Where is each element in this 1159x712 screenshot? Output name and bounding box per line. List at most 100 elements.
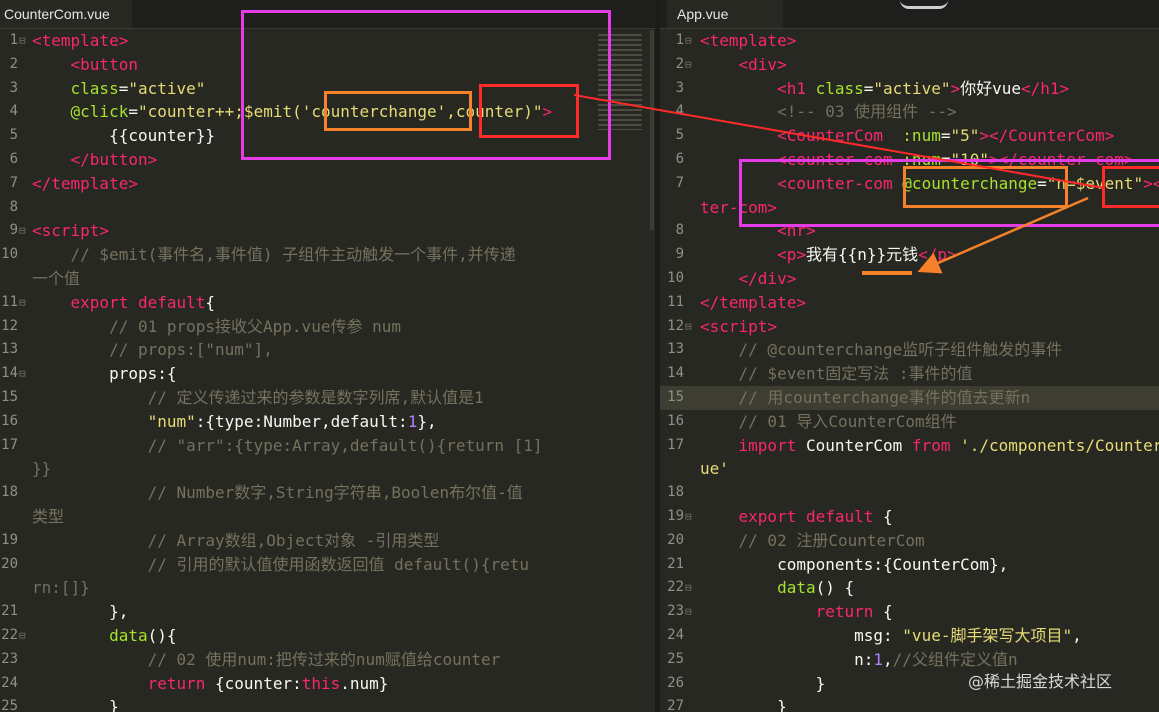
code-text[interactable]: }: [32, 695, 119, 712]
code-line[interactable]: 22 ⊟ data() {: [660, 576, 1159, 600]
code-line[interactable]: 18: [660, 481, 1159, 505]
code-line[interactable]: rn:[]}: [0, 576, 655, 600]
code-text[interactable]: // 02 注册CounterCom: [700, 529, 925, 553]
code-line[interactable]: 17 import CounterCom from './components/…: [660, 434, 1159, 458]
fold-toggle-icon[interactable]: ⊟: [685, 505, 692, 529]
code-line[interactable]: 8: [0, 196, 655, 220]
code-text[interactable]: ue': [700, 457, 729, 481]
code-line[interactable]: 9 <p>我有{{n}}元钱</p>: [660, 243, 1159, 267]
code-line[interactable]: 15 // 定义传递过来的参数是数字列席,默认值是1: [0, 386, 655, 410]
code-text[interactable]: </button>: [32, 148, 158, 172]
code-text[interactable]: // props:["num"],: [32, 338, 273, 362]
code-line[interactable]: 13 // props:["num"],: [0, 338, 655, 362]
code-line[interactable]: 1 ⊟ <template>: [660, 29, 1159, 53]
code-lines[interactable]: 1 ⊟ <template> 2 <button 3 class="active" 4 @…: [0, 29, 655, 712]
code-text[interactable]: <counter-com @counterchange="n=$event"><…: [700, 172, 1159, 196]
code-text[interactable]: }: [700, 695, 787, 712]
code-line[interactable]: 3 class="active": [0, 77, 655, 101]
code-line[interactable]: 6 <counter-com :num="10"></counter-com>: [660, 148, 1159, 172]
code-line[interactable]: 8 <hr>: [660, 219, 1159, 243]
code-line[interactable]: 6 </button>: [0, 148, 655, 172]
code-line[interactable]: 16 "num":{type:Number,default:1},: [0, 410, 655, 434]
code-text[interactable]: // 01 props接收父App.vue传参 num: [32, 315, 401, 339]
editor-pane-app[interactable]: App.vue 1 ⊟ <template> 2 ⊟ <div> 3 <h1 class=…: [660, 0, 1159, 712]
code-text[interactable]: msg: "vue-脚手架写大项目",: [700, 624, 1082, 648]
code-line[interactable]: 12 // 01 props接收父App.vue传参 num: [0, 315, 655, 339]
editor-pane-countercom[interactable]: CounterCom.vue 1 ⊟ <template> 2 <button 3 cl…: [0, 0, 655, 712]
code-line[interactable]: 17 // "arr":{type:Array,default(){return…: [0, 434, 655, 458]
code-text[interactable]: <button: [32, 53, 138, 77]
code-line[interactable]: 11 </template>: [660, 291, 1159, 315]
code-line[interactable]: 2 <button: [0, 53, 655, 77]
code-line[interactable]: 15 // 用counterchange事件的值去更新n: [660, 385, 1159, 410]
code-line[interactable]: 类型: [0, 505, 655, 529]
code-text[interactable]: <div>: [700, 53, 787, 77]
code-text[interactable]: // "arr":{type:Array,default(){return [1…: [32, 434, 543, 458]
code-text[interactable]: <p>我有{{n}}元钱</p>: [700, 243, 957, 267]
code-text[interactable]: return {: [700, 600, 893, 624]
code-text[interactable]: <CounterCom :num="5"></CounterCom>: [700, 124, 1114, 148]
code-line[interactable]: 24 return {counter:this.num}: [0, 672, 655, 696]
code-text[interactable]: ter-com>: [700, 196, 777, 220]
code-line[interactable]: 12 ⊟ <script>: [660, 315, 1159, 339]
code-line[interactable]: 1 ⊟ <template>: [0, 29, 655, 53]
fold-toggle-icon[interactable]: ⊟: [685, 29, 692, 53]
code-text[interactable]: // $emit(事件名,事件值) 子组件主动触发一个事件,并传递: [32, 243, 516, 267]
code-line[interactable]: 7 <counter-com @counterchange="n=$event"…: [660, 172, 1159, 196]
code-text[interactable]: <!-- 03 使用组件 -->: [700, 100, 957, 124]
code-line[interactable]: 23 // 02 使用num:把传过来的num赋值给counter: [0, 648, 655, 672]
code-text[interactable]: {{counter}}: [32, 124, 215, 148]
code-text[interactable]: // $event固定写法 :事件的值: [700, 362, 973, 386]
code-text[interactable]: 一个值: [32, 267, 80, 291]
code-text[interactable]: // 01 导入CounterCom组件: [700, 410, 957, 434]
code-line[interactable]: 18 // Number数字,String字符串,Boolen布尔值-值: [0, 481, 655, 505]
code-text[interactable]: props:{: [32, 362, 176, 386]
code-line[interactable]: 11 ⊟ export default{: [0, 291, 655, 315]
code-text[interactable]: export default{: [32, 291, 216, 315]
minimap[interactable]: [598, 34, 642, 130]
code-line[interactable]: 21 components:{CounterCom},: [660, 553, 1159, 577]
code-text[interactable]: return {counter:this.num}: [32, 672, 389, 696]
code-line[interactable]: 23 ⊟ return {: [660, 600, 1159, 624]
code-line[interactable]: 4 @click="counter++;$emit('counterchange…: [0, 100, 655, 124]
tab-countercom-vue[interactable]: CounterCom.vue: [0, 0, 132, 28]
code-text[interactable]: // 02 使用num:把传过来的num赋值给counter: [32, 648, 501, 672]
code-line[interactable]: 一个值: [0, 267, 655, 291]
code-line[interactable]: 27 }: [660, 695, 1159, 712]
code-text[interactable]: <counter-com :num="10"></counter-com>: [700, 148, 1133, 172]
code-text[interactable]: <script>: [32, 219, 109, 243]
code-text[interactable]: }}: [32, 457, 51, 481]
fold-toggle-icon[interactable]: ⊟: [19, 291, 26, 315]
code-text[interactable]: data(){: [32, 624, 176, 648]
code-line[interactable]: 25 }: [0, 695, 655, 712]
fold-toggle-icon[interactable]: ⊟: [685, 315, 692, 339]
code-text[interactable]: <hr>: [700, 219, 816, 243]
code-line[interactable]: 14 // $event固定写法 :事件的值: [660, 362, 1159, 386]
code-line[interactable]: 10 </div>: [660, 267, 1159, 291]
code-line[interactable]: 5 <CounterCom :num="5"></CounterCom>: [660, 124, 1159, 148]
code-lines[interactable]: 1 ⊟ <template> 2 ⊟ <div> 3 <h1 class="active"…: [660, 29, 1159, 712]
code-line[interactable]: 19 // Array数组,Object对象 -引用类型: [0, 529, 655, 553]
fold-toggle-icon[interactable]: ⊟: [19, 29, 26, 53]
fold-toggle-icon[interactable]: ⊟: [19, 624, 26, 648]
fold-toggle-icon[interactable]: ⊟: [685, 576, 692, 600]
code-text[interactable]: 类型: [32, 505, 64, 529]
code-text[interactable]: import CounterCom from './components/Cou…: [700, 434, 1159, 458]
code-text[interactable]: },: [32, 600, 128, 624]
code-line[interactable]: 19 ⊟ export default {: [660, 505, 1159, 529]
code-text[interactable]: // @counterchange监听子组件触发的事件: [700, 338, 1063, 362]
code-text[interactable]: // 定义传递过来的参数是数字列席,默认值是1: [32, 386, 484, 410]
code-line[interactable]: 3 <h1 class="active">你好vue</h1>: [660, 77, 1159, 101]
code-line[interactable]: 22 ⊟ data(){: [0, 624, 655, 648]
code-line[interactable]: ue': [660, 457, 1159, 481]
code-text[interactable]: export default {: [700, 505, 893, 529]
vertical-scrollbar[interactable]: [650, 30, 654, 230]
code-line[interactable]: 9 ⊟ <script>: [0, 219, 655, 243]
code-text[interactable]: <script>: [700, 315, 777, 339]
code-line[interactable]: 20 // 引用的默认值使用函数返回值 default(){retu: [0, 553, 655, 577]
code-line[interactable]: 4 <!-- 03 使用组件 -->: [660, 100, 1159, 124]
fold-toggle-icon[interactable]: ⊟: [685, 600, 692, 624]
code-text[interactable]: // Number数字,String字符串,Boolen布尔值-值: [32, 481, 523, 505]
fold-toggle-icon[interactable]: ⊟: [685, 53, 692, 77]
code-text[interactable]: // 用counterchange事件的值去更新n: [700, 386, 1031, 410]
